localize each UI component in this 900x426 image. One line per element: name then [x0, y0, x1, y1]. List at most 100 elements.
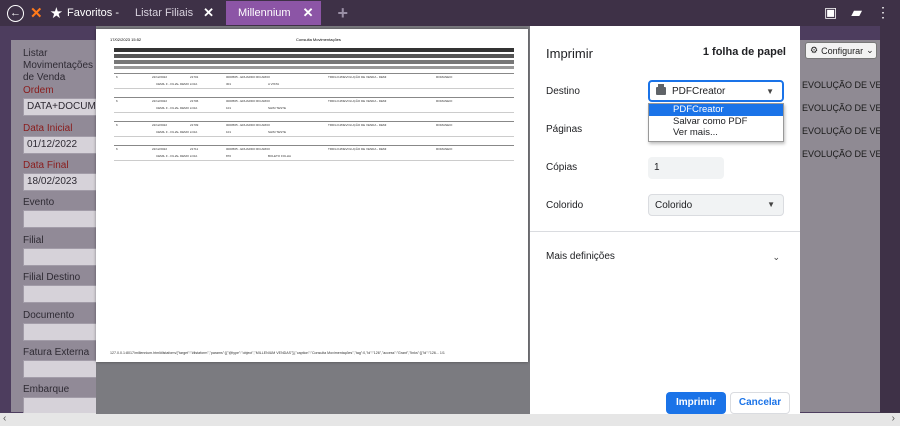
dest-option-pdfcreator[interactable]: PDFCreator [649, 104, 783, 116]
record-divider [114, 73, 514, 74]
record-num: 6 [116, 99, 118, 103]
panel-title: Listar Movimentações de Venda [23, 48, 94, 83]
record-code: 101 [226, 106, 232, 110]
data-final-input[interactable]: 18/02/2023 [23, 173, 103, 191]
filial-destino-label: Filial Destino [23, 272, 81, 283]
filial-label: Filial [23, 235, 44, 246]
record-code: 101 [226, 130, 232, 134]
results-panel [800, 40, 880, 412]
embarque-label: Embarque [23, 384, 70, 395]
topbar-actions: ▣ ▰ ⋮ [824, 4, 890, 21]
destination-select[interactable]: PDFCreator ▼ [648, 80, 784, 102]
scroll-right-icon[interactable]: › [892, 413, 895, 424]
filial-destino-input[interactable] [23, 285, 103, 303]
sheet-count: 1 folha de papel [702, 46, 786, 58]
data-inicial-label: Data Inicial [23, 123, 73, 134]
record-divider [114, 88, 514, 89]
print-preview: 17/02/2023 15:52 Consulta Movimentações … [96, 26, 530, 414]
record-doc: 21706 [190, 99, 199, 103]
record-date: 22/12/2022 [152, 99, 168, 103]
record-event: 0000565 - EDUARDO RICARDO [226, 99, 271, 103]
caret-down-icon: ▼ [766, 87, 774, 96]
copias-label: Cópias [546, 162, 578, 173]
report-title: Consulta Movimentações [296, 37, 341, 42]
vertical-scrollbar[interactable] [880, 26, 900, 414]
record-divider [114, 97, 514, 98]
configure-label: Configurar [821, 45, 864, 56]
printer-icon [656, 84, 666, 95]
evento-label: Evento [23, 197, 55, 208]
chevron-down-icon[interactable]: ⌄ [772, 252, 780, 263]
documento-label: Documento [23, 310, 75, 321]
configure-button[interactable]: ⚙ Configurar ⌄ [805, 42, 877, 59]
horizontal-scrollbar[interactable]: ‹ › [0, 413, 900, 426]
data-final-label: Data Final [23, 160, 69, 171]
colorido-label: Colorido [546, 200, 584, 211]
star-icon[interactable]: ★ [50, 4, 63, 22]
print-dialog: Imprimir 1 folha de papel Destino PDFCre… [530, 26, 800, 414]
filial-input[interactable] [23, 248, 103, 266]
record-type: ROMANEIO [436, 75, 453, 79]
record-divider [114, 112, 514, 113]
record-name: A VISTA [268, 82, 280, 86]
tab-listar-filiais[interactable]: Listar Filiais ✕ [135, 5, 214, 21]
dest-option-save-pdf[interactable]: Salvar como PDF [649, 116, 783, 128]
scroll-left-icon[interactable]: ‹ [3, 413, 6, 424]
new-tab-icon[interactable]: + [337, 3, 348, 24]
record-code: 301 [226, 82, 232, 86]
data-inicial-input[interactable]: 01/12/2022 [23, 136, 103, 154]
evento-input[interactable] [23, 210, 103, 228]
report-footer: 127.0.0.1:8017/millennium.html#listaform… [110, 351, 445, 355]
ordem-label: Ordem [23, 85, 54, 96]
report-header-row [114, 48, 514, 52]
ordem-select[interactable]: DATA+DOCUMENTO [23, 98, 103, 116]
top-bar: ← ✕ ★ Favoritos - Listar Filiais ✕ Mille… [0, 0, 900, 26]
record-branch: CEMIL F - FILIAL DEMO LOJA [156, 82, 198, 86]
documento-input[interactable] [23, 323, 103, 341]
close-icon[interactable]: ✕ [203, 5, 214, 21]
record-doc: 21709 [190, 123, 199, 127]
record-op: TRD/LOJ/DEVOLUÇÃO DE VENDA - DEMI [328, 75, 387, 79]
record-date: 22/12/2022 [152, 147, 168, 151]
destination-dropdown: PDFCreator Salvar como PDF Ver mais... [648, 103, 784, 142]
record-type: ROMANEIO [436, 123, 453, 127]
preview-page: 17/02/2023 15:52 Consulta Movimentações … [96, 29, 528, 362]
cancel-button[interactable]: Cancelar [730, 392, 790, 414]
record-branch: CEMIL F - FILIAL DEMO LOJA [156, 154, 198, 158]
copies-input[interactable]: 1 [648, 157, 724, 179]
paginas-label: Páginas [546, 124, 583, 135]
record-code: 870 [226, 154, 232, 158]
fatura-externa-input[interactable] [23, 360, 103, 378]
record-op: TRD/LOJ/DEVOLUÇÃO DE VENDA - DEMI [328, 123, 387, 127]
color-value: Colorido [655, 199, 693, 211]
color-select[interactable]: Colorido ▼ [648, 194, 784, 216]
record-doc: 21701 [190, 75, 199, 79]
report-header-row [114, 60, 514, 64]
more-settings-toggle[interactable]: Mais definições [546, 251, 615, 262]
filter-panel: Listar Movimentações de Venda Ordem DATA… [11, 40, 103, 415]
app-logo: ✕ [30, 5, 43, 22]
record-name: SHIM TESTE [268, 130, 286, 134]
favorites-menu[interactable]: Favoritos - [67, 7, 119, 19]
more-vert-icon[interactable]: ⋮ [876, 4, 890, 21]
report-header-row [114, 54, 514, 58]
record-divider [114, 121, 514, 122]
record-event: 0000565 - EDUARDO RICARDO [226, 123, 271, 127]
record-op: TRD/LOJ/DEVOLUÇÃO DE VENDA - DEMI [328, 99, 387, 103]
record-divider [114, 136, 514, 137]
dest-option-see-more[interactable]: Ver mais... [649, 127, 783, 139]
record-name: SHIM TESTE [268, 106, 286, 110]
record-branch: CEMIL F - FILIAL DEMO LOJA [156, 106, 198, 110]
record-divider [114, 145, 514, 146]
chevron-down-icon: ⌄ [866, 45, 874, 55]
fatura-externa-label: Fatura Externa [23, 347, 90, 358]
clipboard-icon[interactable]: ▣ [824, 4, 837, 21]
tab-millennium[interactable]: Millennium ✕ [225, 1, 322, 25]
tab-label: Listar Filiais [135, 7, 194, 19]
record-name: BOLETO FOLHA [268, 154, 291, 158]
close-icon[interactable]: ✕ [303, 5, 314, 21]
record-num: 6 [116, 75, 118, 79]
print-button[interactable]: Imprimir [666, 392, 726, 414]
chat-icon[interactable]: ▰ [851, 4, 862, 21]
back-icon[interactable]: ← [7, 4, 24, 22]
